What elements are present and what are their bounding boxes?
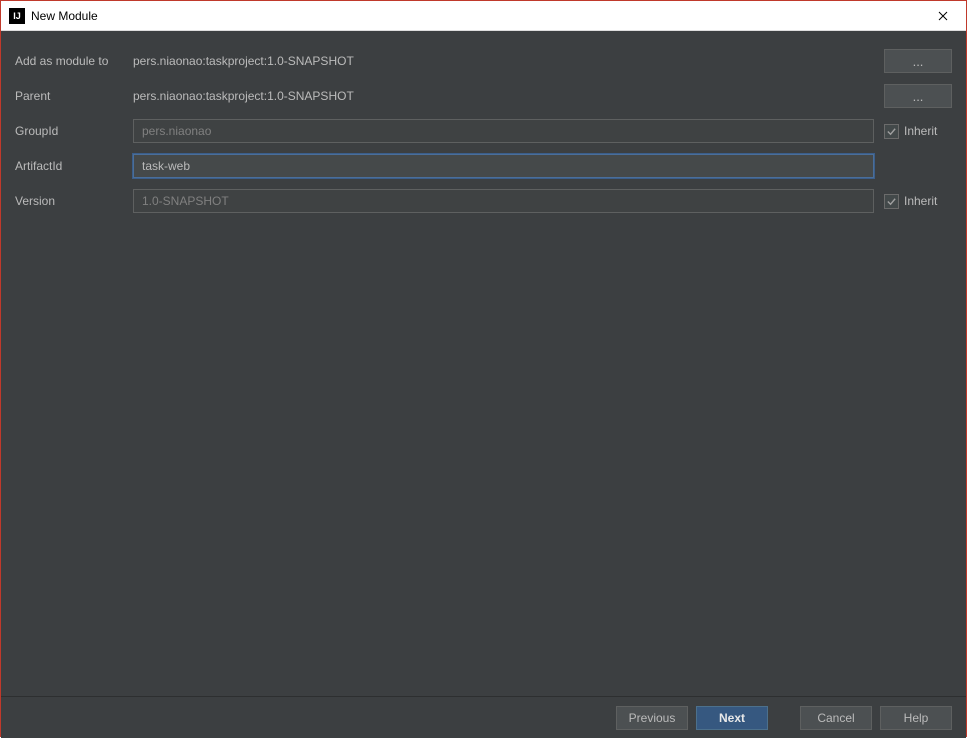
version-row: Version Inherit xyxy=(15,189,952,213)
inherit-label: Inherit xyxy=(904,194,937,208)
cancel-button[interactable]: Cancel xyxy=(800,706,872,730)
group-id-input xyxy=(133,119,874,143)
window-title: New Module xyxy=(31,9,928,23)
help-button[interactable]: Help xyxy=(880,706,952,730)
parent-label: Parent xyxy=(15,89,133,103)
close-icon[interactable] xyxy=(928,1,958,31)
add-module-to-row: Add as module to pers.niaonao:taskprojec… xyxy=(15,49,952,73)
version-label: Version xyxy=(15,194,133,208)
add-module-to-label: Add as module to xyxy=(15,54,133,68)
next-button[interactable]: Next xyxy=(696,706,768,730)
app-icon: IJ xyxy=(9,8,25,24)
group-id-label: GroupId xyxy=(15,124,133,138)
group-id-row: GroupId Inherit xyxy=(15,119,952,143)
checkbox-icon[interactable] xyxy=(884,124,899,139)
dialog-content: Add as module to pers.niaonao:taskprojec… xyxy=(1,31,966,696)
add-module-to-browse-button[interactable]: ... xyxy=(884,49,952,73)
artifact-id-row: ArtifactId xyxy=(15,154,952,178)
parent-value: pers.niaonao:taskproject:1.0-SNAPSHOT xyxy=(133,89,874,103)
add-module-to-value: pers.niaonao:taskproject:1.0-SNAPSHOT xyxy=(133,54,874,68)
parent-row: Parent pers.niaonao:taskproject:1.0-SNAP… xyxy=(15,84,952,108)
titlebar: IJ New Module xyxy=(1,1,966,31)
group-id-inherit[interactable]: Inherit xyxy=(884,124,952,139)
artifact-id-input[interactable] xyxy=(133,154,874,178)
version-inherit[interactable]: Inherit xyxy=(884,194,952,209)
parent-browse-button[interactable]: ... xyxy=(884,84,952,108)
artifact-id-label: ArtifactId xyxy=(15,159,133,173)
checkbox-icon[interactable] xyxy=(884,194,899,209)
version-input xyxy=(133,189,874,213)
inherit-label: Inherit xyxy=(904,124,937,138)
dialog-footer: Previous Next Cancel Help xyxy=(1,696,966,738)
previous-button[interactable]: Previous xyxy=(616,706,688,730)
